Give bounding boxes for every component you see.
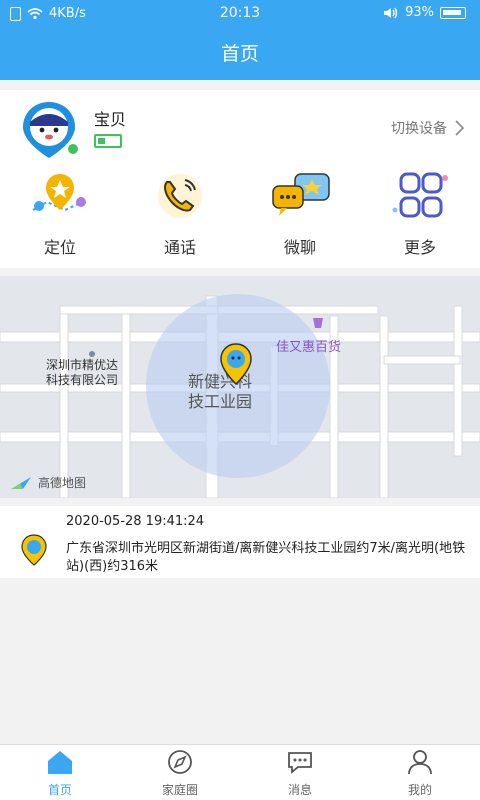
tab-mine[interactable]: 我的 xyxy=(360,745,480,800)
battery-icon xyxy=(440,6,466,19)
map-view[interactable]: 佳又惠百货 深圳市精优达 科技有限公司 新健兴科 技工业园 高德地图 xyxy=(0,276,480,498)
compass-icon xyxy=(168,750,192,774)
action-chat[interactable]: 微聊 xyxy=(240,170,360,260)
device-card: 宝贝 切换设备 定位 通话 微聊 更多 xyxy=(0,90,480,268)
map-provider-label: 高德地图 xyxy=(38,476,87,490)
avatar[interactable] xyxy=(20,100,80,160)
device-battery xyxy=(94,134,122,148)
action-locate-label: 定位 xyxy=(43,238,76,257)
tab-family[interactable]: 家庭圈 xyxy=(120,745,240,800)
status-bar: 4KB/s 20:13 93% xyxy=(0,0,480,28)
device-name: 宝贝 xyxy=(94,110,127,129)
device-battery-fill xyxy=(98,138,105,144)
tab-messages[interactable]: 消息 xyxy=(240,745,360,800)
action-call-label: 通话 xyxy=(163,238,196,257)
location-map-icon xyxy=(32,174,88,212)
switch-device-label: 切换设备 xyxy=(391,121,447,137)
action-call[interactable]: 通话 xyxy=(120,170,240,260)
device-location-pin-icon[interactable] xyxy=(218,342,254,386)
message-icon xyxy=(288,752,312,774)
tab-home-label: 首页 xyxy=(47,783,72,797)
bottom-tab-bar: 首页 家庭圈 消息 我的 xyxy=(0,744,480,800)
status-right: 93% xyxy=(383,5,466,20)
battery-percent: 93% xyxy=(405,5,434,20)
action-more[interactable]: 更多 xyxy=(360,170,480,260)
tab-mine-label: 我的 xyxy=(407,783,432,797)
location-timestamp: 2020-05-28 19:41:24 xyxy=(66,514,205,529)
tab-messages-label: 消息 xyxy=(287,783,312,797)
action-chat-label: 微聊 xyxy=(283,238,316,257)
page-title: 首页 xyxy=(0,28,480,80)
switch-device-button[interactable]: 切换设备 xyxy=(391,118,464,138)
tab-family-label: 家庭圈 xyxy=(161,783,198,797)
chevron-right-icon xyxy=(455,120,464,136)
location-pin-icon xyxy=(21,534,47,566)
home-icon xyxy=(48,751,72,774)
speaker-icon xyxy=(384,7,398,18)
chat-bubbles-icon xyxy=(272,173,330,216)
phone-call-icon xyxy=(158,174,202,218)
tab-home[interactable]: 首页 xyxy=(0,745,120,800)
map-provider-logo: 高德地图 xyxy=(10,474,86,491)
action-more-label: 更多 xyxy=(403,238,436,257)
online-status-dot xyxy=(66,142,80,156)
quick-actions: 定位 通话 微聊 更多 xyxy=(0,170,480,260)
action-locate[interactable]: 定位 xyxy=(0,170,120,260)
map-park-label-2: 技工业园 xyxy=(188,392,253,411)
amap-logo-icon xyxy=(11,476,31,489)
map-company-label-2: 科技有限公司 xyxy=(46,373,119,387)
location-card[interactable]: 2020-05-28 19:41:24 广东省深圳市光明区新湖街道/离新健兴科技… xyxy=(0,506,480,578)
more-grid-icon xyxy=(392,172,448,218)
map-poi-shop[interactable]: 佳又惠百货 xyxy=(276,336,341,355)
location-address: 广东省深圳市光明区新湖街道/离新健兴科技工业园约7米/离光明(地铁站)(西)约3… xyxy=(66,541,466,574)
user-icon xyxy=(408,750,432,775)
